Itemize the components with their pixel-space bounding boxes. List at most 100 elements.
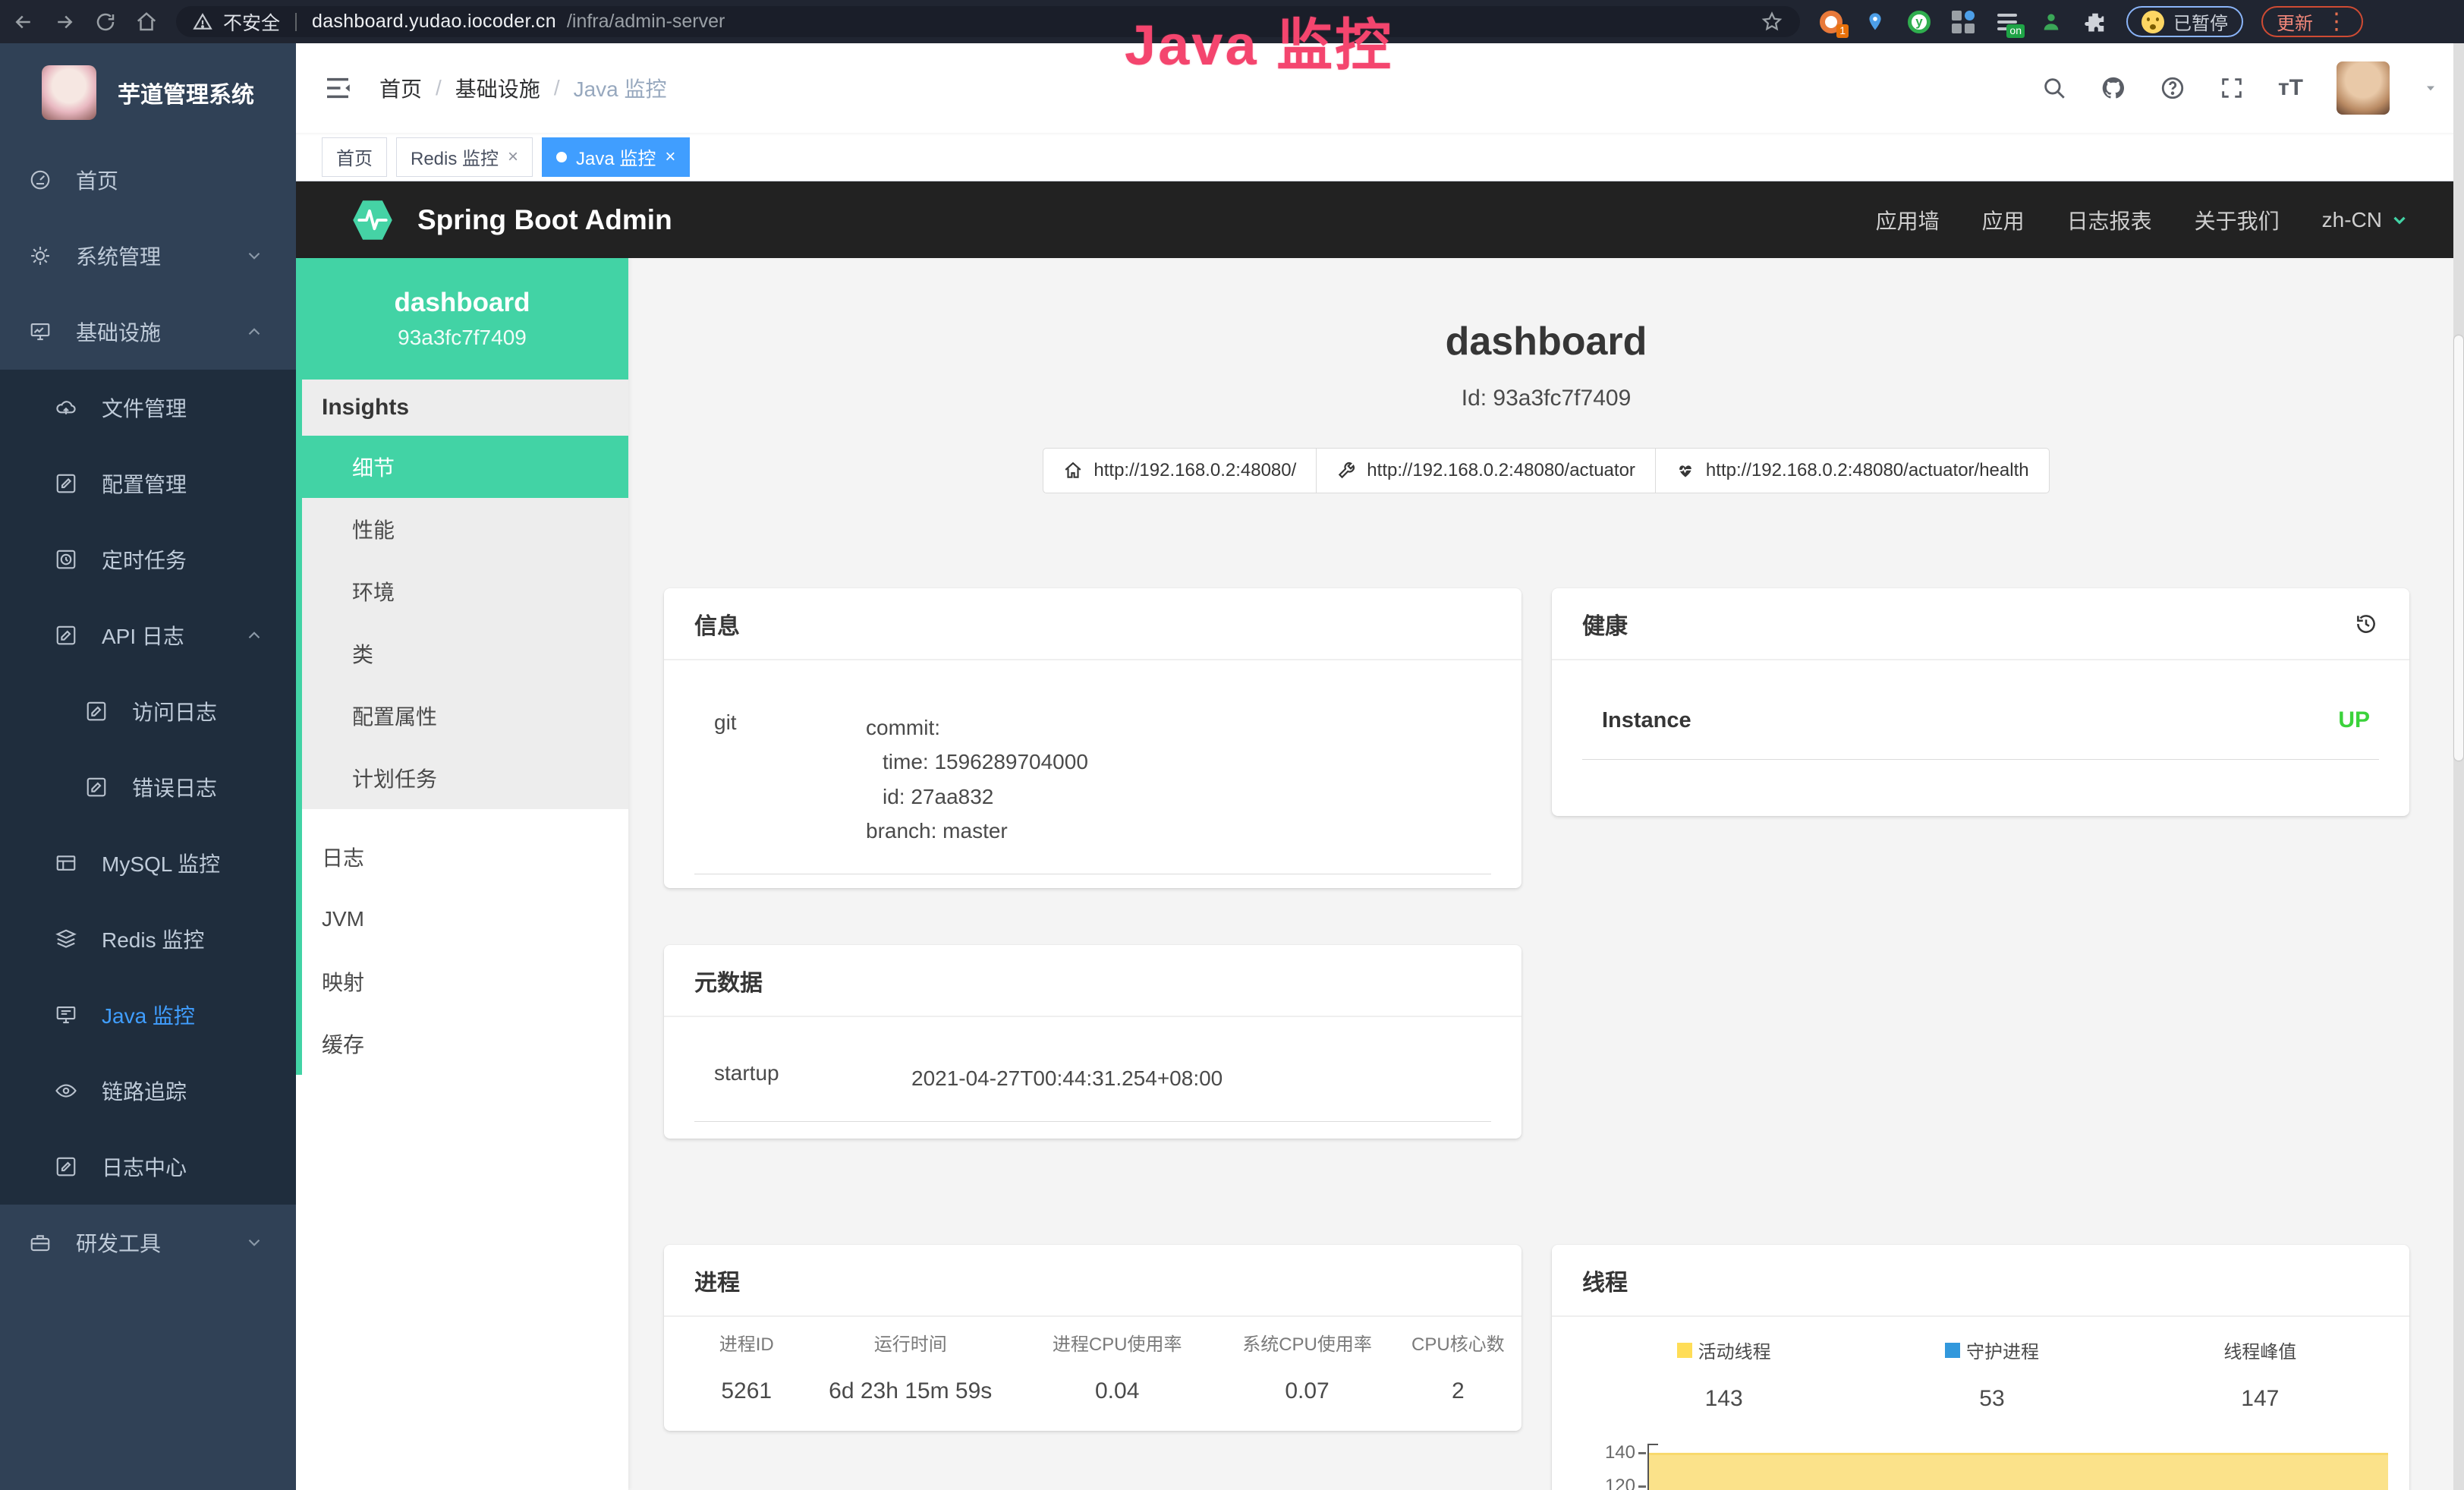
git-value: commit: time: 1596289704000 id: 27aa832 …: [866, 710, 1088, 848]
github-icon[interactable]: [2101, 75, 2126, 101]
back-icon[interactable]: [12, 11, 35, 33]
sba-menu-item-environment[interactable]: 环境: [302, 560, 628, 622]
layers-icon: [55, 928, 77, 950]
tab-java-monitor[interactable]: Java 监控: [542, 137, 690, 177]
sidebar-item-infra[interactable]: 基础设施: [0, 294, 296, 370]
history-icon[interactable]: [2353, 611, 2379, 637]
extension-person-icon[interactable]: [2038, 9, 2064, 35]
database-table-icon: [55, 852, 77, 874]
sba-nav-applications[interactable]: 应用: [1982, 205, 2025, 235]
extension-green-y-icon[interactable]: y: [1906, 9, 1932, 35]
caret-down-icon[interactable]: [2423, 80, 2438, 96]
sba-menu-item-caches[interactable]: 缓存: [302, 1013, 628, 1075]
sba-title: Spring Boot Admin: [417, 204, 672, 236]
sba-menu-item-classes[interactable]: 类: [302, 622, 628, 685]
sidebar-item-java-monitor[interactable]: Java 监控: [0, 977, 296, 1053]
startup-key: startup: [714, 1061, 911, 1095]
sidebar-item-tracing[interactable]: 链路追踪: [0, 1053, 296, 1129]
close-icon[interactable]: [508, 146, 518, 168]
timer-icon: [55, 548, 77, 571]
extension-pin-icon[interactable]: [1862, 9, 1888, 35]
threads-card-header: 线程: [1552, 1245, 2409, 1317]
git-commit-line: commit:: [866, 710, 1088, 745]
sidebar-item-label: 文件管理: [102, 392, 187, 423]
sba-menu-item-scheduled-tasks[interactable]: 计划任务: [302, 747, 628, 809]
health-card-header: 健康: [1552, 588, 2409, 660]
forward-icon[interactable]: [53, 11, 76, 33]
sidebar-item-config-manage[interactable]: 配置管理: [0, 446, 296, 521]
sba-menu-item-details[interactable]: 细节: [302, 436, 628, 498]
sidebar-item-redis-monitor[interactable]: Redis 监控: [0, 901, 296, 977]
cloud-upload-icon: [55, 396, 77, 419]
app-logo[interactable]: 芋道管理系统: [0, 43, 296, 142]
paused-label: 已暂停: [2173, 8, 2228, 35]
chevron-down-icon: [2390, 210, 2409, 230]
sba-instance-header[interactable]: dashboard 93a3fc7f7409: [296, 258, 628, 380]
process-col-pid: 进程ID 5261: [694, 1329, 798, 1404]
sidebar-item-log-center[interactable]: 日志中心: [0, 1129, 296, 1205]
sidebar-item-access-log[interactable]: 访问日志: [0, 673, 296, 749]
tab-home[interactable]: 首页: [322, 137, 387, 177]
sidebar-item-mysql-monitor[interactable]: MySQL 监控: [0, 825, 296, 901]
legend-label: 活动线程: [1698, 1337, 1771, 1363]
help-icon[interactable]: [2160, 75, 2186, 101]
chrome-update-button[interactable]: 更新 ⋮: [2261, 6, 2363, 37]
sba-menu-item-config-props[interactable]: 配置属性: [302, 685, 628, 747]
log-edit-icon: [85, 776, 108, 799]
sidebar-item-file-manage[interactable]: 文件管理: [0, 370, 296, 446]
close-icon[interactable]: [665, 146, 675, 168]
page-scrollbar[interactable]: [2453, 43, 2464, 1490]
actuator-url-button[interactable]: http://192.168.0.2:48080/actuator: [1316, 448, 1656, 493]
java-monitor-icon: [55, 1003, 77, 1026]
git-branch-line: branch: master: [866, 814, 1088, 848]
user-avatar[interactable]: [2337, 61, 2390, 115]
health-card: 健康 Instance UP: [1552, 588, 2409, 816]
sba-nav-journal[interactable]: 日志报表: [2067, 205, 2152, 235]
extension-grid-icon[interactable]: [1950, 9, 1976, 35]
sidebar-item-label: Redis 监控: [102, 924, 204, 954]
sba-nav-wallboard[interactable]: 应用墙: [1876, 205, 1940, 235]
extension-orange-icon[interactable]: 1: [1818, 9, 1844, 35]
sba-menu-item-jvm[interactable]: JVM: [302, 888, 628, 950]
sidebar-item-system[interactable]: 系统管理: [0, 218, 296, 294]
log-edit-icon: [55, 624, 77, 647]
bookmark-star-icon[interactable]: [1761, 11, 1783, 33]
page-instance-id: Id: 93a3fc7f7409: [628, 386, 2464, 411]
extensions-puzzle-icon[interactable]: [2082, 9, 2108, 35]
url-host: dashboard.yudao.iocoder.cn: [312, 11, 556, 33]
sidebar-item-label: 研发工具: [76, 1227, 161, 1258]
col-header: 系统CPU使用率: [1212, 1329, 1402, 1356]
not-secure-warning-icon[interactable]: [193, 12, 212, 32]
fullscreen-icon[interactable]: [2219, 75, 2245, 101]
sba-nav-about[interactable]: 关于我们: [2195, 205, 2280, 235]
sidebar-item-home[interactable]: 首页: [0, 142, 296, 218]
browser-menu-icon[interactable]: ⋮: [2325, 11, 2348, 33]
sba-language-select[interactable]: zh-CN: [2322, 208, 2409, 232]
sidebar-item-dev-tools[interactable]: 研发工具: [0, 1205, 296, 1281]
font-size-icon[interactable]: тT: [2278, 75, 2303, 101]
annotation-java-monitor: Java 监控: [1125, 0, 1393, 81]
sidebar-item-api-log[interactable]: API 日志: [0, 597, 296, 673]
sba-menu-item-metrics[interactable]: 性能: [302, 498, 628, 560]
tab-redis-monitor[interactable]: Redis 监控: [396, 137, 533, 177]
url-path: /infra/admin-server: [567, 11, 725, 33]
sba-menu-item-mappings[interactable]: 映射: [302, 950, 628, 1013]
paused-badge[interactable]: 已暂停: [2126, 6, 2243, 37]
hamburger-icon[interactable]: [322, 72, 354, 104]
service-url-button[interactable]: http://192.168.0.2:48080/: [1043, 448, 1317, 493]
sba-menu-item-logs[interactable]: 日志: [302, 826, 628, 888]
search-icon[interactable]: [2041, 75, 2067, 101]
address-bar[interactable]: 不安全 dashboard.yudao.iocoder.cn/infra/adm…: [176, 6, 1800, 37]
status-badge: UP: [2338, 707, 2370, 733]
sidebar-item-label: Java 监控: [102, 1000, 195, 1030]
sidebar-item-error-log[interactable]: 错误日志: [0, 749, 296, 825]
breadcrumb-infra[interactable]: 基础设施: [455, 73, 540, 103]
health-url-button[interactable]: http://192.168.0.2:48080/actuator/health: [1655, 448, 2050, 493]
home-browser-icon[interactable]: [135, 11, 158, 33]
sidebar-item-label: MySQL 监控: [102, 848, 220, 878]
breadcrumb-home[interactable]: 首页: [379, 73, 422, 103]
extension-list-on-icon[interactable]: on: [1994, 9, 2020, 35]
scrollbar-thumb[interactable]: [2454, 335, 2463, 761]
reload-icon[interactable]: [94, 11, 117, 33]
sidebar-item-scheduled-jobs[interactable]: 定时任务: [0, 521, 296, 597]
